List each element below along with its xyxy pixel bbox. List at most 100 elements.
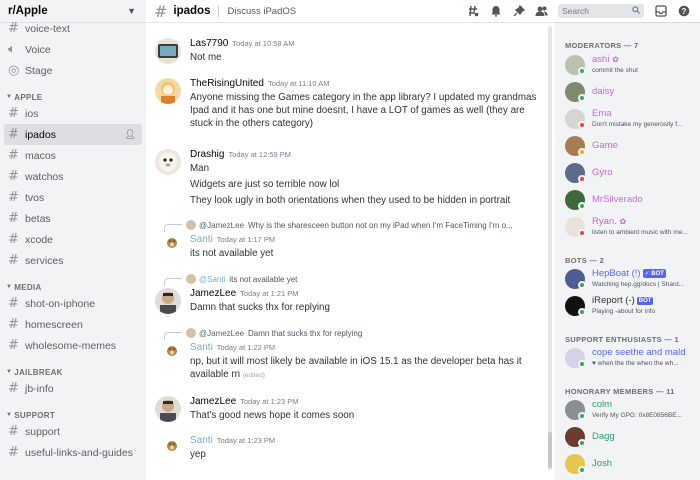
member-item[interactable]: Dagg	[565, 424, 698, 448]
channel-label: voice-text	[25, 22, 70, 35]
channel-homescreen[interactable]: # homescreen	[0, 314, 142, 335]
status-mobile-icon	[578, 94, 586, 102]
member-item[interactable]: colm Verify My GPG: 0x8E0856BE...	[565, 397, 698, 421]
search-input[interactable]: Search	[558, 4, 644, 18]
channel-tvos[interactable]: # tvos	[0, 187, 142, 208]
category-support[interactable]: ▼ SUPPORT	[0, 399, 146, 421]
member-item[interactable]: ashi ✿ commit the shut	[565, 52, 698, 76]
message-text: Anyone missing the Games category in the…	[190, 92, 537, 129]
message-author[interactable]: JamezLee Today at 1:21 PM	[190, 288, 299, 299]
reply-avatar	[186, 328, 196, 338]
author-name: JamezLee	[190, 396, 237, 407]
channel-ipados[interactable]: # ipados 👤︎	[4, 124, 142, 145]
avatar[interactable]	[155, 78, 181, 104]
member-name: iReport (-) BOT	[592, 295, 654, 306]
message-scrollbar[interactable]	[548, 26, 552, 470]
category-jailbreak[interactable]: ▼ JAILBREAK	[0, 356, 146, 378]
member-name-text: iReport (-)	[592, 295, 635, 306]
reply-preview[interactable]: @JamezLee Why is the sharesceen button n…	[164, 218, 540, 232]
flower-badge-icon: ✿	[612, 55, 619, 64]
channel-betas[interactable]: # betas	[0, 208, 142, 229]
bell-icon[interactable]	[489, 5, 502, 18]
channel-services[interactable]: # services	[0, 250, 142, 271]
message-author[interactable]: Santi Today at 1:17 PM	[190, 234, 275, 245]
member-item[interactable]: Ryan. ✿ listen to ambient music with me.…	[565, 214, 698, 238]
message-author[interactable]: TheRisingUnited Today at 11:10 AM	[190, 78, 330, 89]
discord-window: r/Apple ▼ # voice-text 🔈︎ Voice ◎ Stage ▼ AP…	[0, 0, 700, 480]
status-online-icon	[578, 360, 586, 368]
avatar[interactable]	[155, 149, 181, 175]
channel-voice[interactable]: 🔈︎ Voice	[0, 39, 142, 60]
message-author[interactable]: Drashig Today at 12:59 PM	[190, 149, 291, 160]
member-item[interactable]: Gyro	[565, 160, 698, 184]
avatar[interactable]	[155, 38, 181, 64]
message-author[interactable]: Santi Today at 1:22 PM	[190, 342, 275, 353]
reply-preview[interactable]: @Santi its not available yet	[164, 272, 540, 286]
channel-shot-on-iphone[interactable]: # shot-on-iphone	[0, 293, 142, 314]
category-media[interactable]: ▼ MEDIA	[0, 271, 146, 293]
member-list: MODERATORS — 7 ashi ✿ commit the shut da…	[555, 22, 700, 480]
channel-useful-links-and-guides[interactable]: # useful-links-and-guides	[0, 442, 142, 463]
member-name: Game	[592, 140, 618, 151]
member-status: commit the shut	[592, 67, 638, 74]
category-apple[interactable]: ▼ APPLE	[0, 81, 146, 103]
member-item[interactable]: HepBoat (!) ✓ BOT Watching hep.gg/docs | …	[565, 266, 698, 290]
santi-avatar[interactable]	[165, 235, 179, 249]
channel-macos[interactable]: # macos	[0, 145, 142, 166]
channel-support[interactable]: # support	[0, 421, 142, 442]
reply-spine	[164, 332, 182, 340]
message-author[interactable]: Las7790 Today at 10:58 AM	[190, 38, 295, 49]
member-name: cope seethe and mald	[592, 347, 686, 358]
channel-title: ipados	[173, 5, 211, 17]
channel-watchos[interactable]: # watchos	[0, 166, 142, 187]
member-name-text: ashi	[592, 54, 610, 65]
hash-icon: #	[8, 317, 19, 332]
channel-xcode[interactable]: # xcode	[0, 229, 142, 250]
member-name: colm	[592, 399, 613, 410]
channel-ios[interactable]: # ios	[0, 103, 142, 124]
bot-badge: ✓ BOT	[642, 269, 666, 278]
status-online-icon	[578, 466, 586, 474]
author-name: Las7790	[190, 38, 229, 49]
avatar[interactable]	[155, 396, 181, 422]
member-item[interactable]: MrSilverado	[565, 187, 698, 211]
category-label: SUPPORT	[14, 410, 56, 420]
member-item[interactable]: iReport (-) BOT Playing -about for info	[565, 293, 698, 317]
channel-label: useful-links-and-guides	[25, 446, 133, 459]
member-category: BOTS — 2	[565, 256, 605, 265]
message-author[interactable]: Santi Today at 1:23 PM	[190, 435, 275, 446]
help-icon[interactable]: ?	[677, 5, 690, 18]
timestamp: Today at 1:23 PM	[216, 436, 276, 445]
santi-avatar[interactable]	[165, 438, 179, 452]
channel-label: watchos	[25, 170, 64, 183]
scrollbar-thumb[interactable]	[548, 432, 552, 468]
chevron-down-icon: ▼	[6, 284, 13, 290]
author-name: Drashig	[190, 149, 225, 160]
channel-stage[interactable]: ◎ Stage	[0, 60, 142, 81]
threads-icon[interactable]	[466, 5, 479, 18]
members-icon[interactable]	[535, 5, 548, 18]
channel-wholesome-memes[interactable]: # wholesome-memes	[0, 335, 142, 356]
add-user-icon[interactable]: 👤︎	[125, 129, 136, 140]
channel-label: homescreen	[25, 318, 83, 331]
message-author[interactable]: JamezLee Today at 1:23 PM	[190, 396, 299, 407]
channel-label: jb-info	[25, 382, 54, 395]
server-header[interactable]: r/Apple ▼	[0, 0, 146, 22]
santi-avatar[interactable]	[165, 343, 179, 357]
chevron-down-icon: ▼	[6, 412, 13, 418]
member-item[interactable]: Game	[565, 133, 698, 157]
reply-spine	[164, 278, 182, 286]
member-item[interactable]: Ema Don't mistake my generosity f...	[565, 106, 698, 130]
channel-jb-info[interactable]: # jb-info	[0, 378, 142, 399]
message-body: np, but it will most likely be available…	[190, 356, 522, 380]
member-item[interactable]: daisy	[565, 79, 698, 103]
member-status: Verify My GPG: 0x8E0856BE...	[592, 412, 682, 419]
speaker-icon: 🔈︎	[8, 42, 16, 57]
member-item[interactable]: Josh	[565, 451, 698, 475]
inbox-icon[interactable]	[654, 5, 667, 18]
reply-preview[interactable]: @JamezLee Damn that sucks thx for replyi…	[164, 326, 540, 340]
avatar[interactable]	[155, 288, 181, 314]
pin-icon[interactable]	[512, 5, 525, 18]
member-category: SUPPORT ENTHUSIASTS — 1	[565, 335, 679, 344]
member-item[interactable]: cope seethe and mald ♥ when the the when…	[565, 345, 698, 369]
